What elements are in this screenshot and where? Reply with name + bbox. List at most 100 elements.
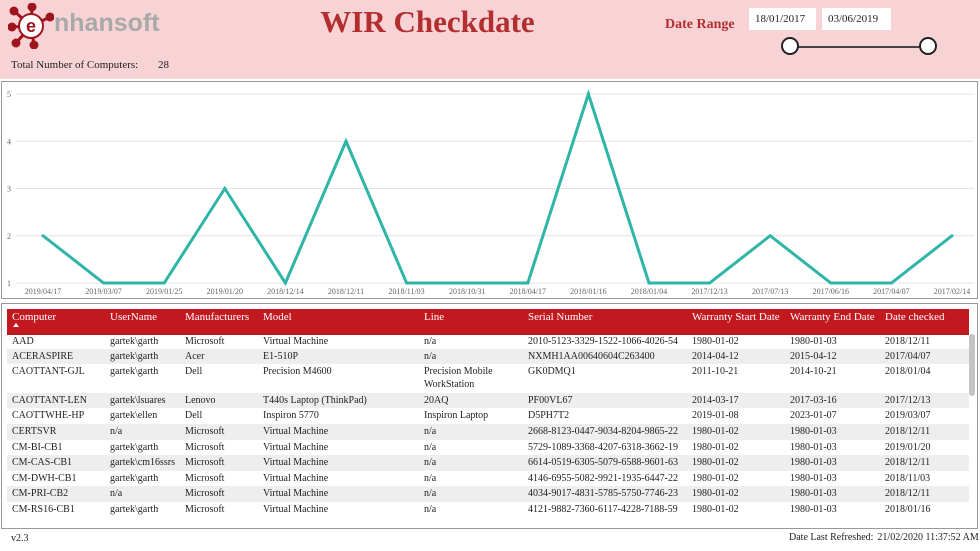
data-point[interactable]: [41, 234, 45, 238]
table-row[interactable]: CAOTTANT-LEN gartek\lsuares Lenovo T440s La…: [7, 393, 969, 408]
column-header-warranty-start-date[interactable]: Warranty Start Date: [692, 311, 780, 323]
date-range-start-handle[interactable]: [781, 37, 799, 55]
table-cell: 4121-9882-7360-6117-4228-7188-59: [528, 504, 678, 515]
table-cell: gartek\garth: [110, 366, 159, 377]
table-cell: 2018/12/11: [885, 336, 931, 347]
table-scrollbar-thumb[interactable]: [969, 334, 975, 396]
table-cell: 2019/01/20: [885, 442, 931, 453]
table-cell: Dell: [185, 366, 203, 377]
table-cell: 1980-01-02: [692, 488, 739, 499]
version-label: v2.3: [11, 533, 29, 544]
checkdate-line-chart-panel: 1 2 3 4 5 2019/04/17 2019/03/07 2019/01/25 2019/…: [1, 81, 978, 299]
table-row[interactable]: CAOTTANT-GJL gartek\garth Dell Precision M4…: [7, 364, 969, 393]
total-computers-label: Total Number of Computers:: [11, 59, 139, 71]
table-cell: 2015-04-12: [790, 351, 837, 362]
table-cell: n/a: [424, 504, 437, 515]
table-cell: 1980-01-02: [692, 504, 739, 515]
column-header-serial-number[interactable]: Serial Number: [528, 311, 592, 323]
table-cell: 2017-03-16: [790, 395, 837, 406]
table-cell: gartek\garth: [110, 504, 159, 515]
table-cell: NXMH1AA00640604C263400: [528, 351, 655, 362]
last-refreshed: Date Last Refreshed: 21/02/2020 11:37:52 …: [789, 532, 979, 543]
data-point[interactable]: [405, 281, 409, 285]
column-header-model[interactable]: Model: [263, 311, 292, 323]
column-header-computer[interactable]: Computer: [12, 311, 56, 323]
table-row[interactable]: CM-RS16-CB1 gartek\garth Microsoft Virtual …: [7, 502, 969, 517]
data-point[interactable]: [708, 281, 712, 285]
data-point[interactable]: [223, 187, 227, 190]
x-tick-label: 2017/04/07: [873, 287, 909, 296]
last-refreshed-label: Date Last Refreshed:: [789, 532, 874, 543]
data-point[interactable]: [102, 281, 106, 285]
table-cell: gartek\ellen: [110, 410, 158, 421]
table-cell: 2017/04/07: [885, 351, 931, 362]
y-tick-label: 5: [7, 90, 11, 99]
table-cell: Virtual Machine: [263, 426, 329, 437]
table-cell: n/a: [424, 336, 437, 347]
table-cell: Virtual Machine: [263, 457, 329, 468]
table-cell: Virtual Machine: [263, 336, 329, 347]
table-cell: 1980-01-02: [692, 457, 739, 468]
table-cell: CM-PRI-CB2: [12, 488, 69, 499]
data-point[interactable]: [950, 234, 954, 238]
table-cell: 5729-1089-3368-4207-6318-3662-19: [528, 442, 678, 453]
table-cell: Inspiron Laptop: [424, 410, 489, 421]
table-cell: 2014-03-17: [692, 395, 739, 406]
column-header-manufacturers[interactable]: Manufacturers: [185, 311, 249, 323]
table-row[interactable]: CM-CAS-CB1 gartek\cm16ssrs Microsoft Virtua…: [7, 455, 969, 471]
date-start-input[interactable]: 18/01/2017: [749, 8, 816, 30]
column-header-warranty-end-date[interactable]: Warranty End Date: [790, 311, 875, 323]
table-cell: Precision Mobile WorkStation: [424, 366, 493, 390]
table-cell: 2010-5123-3329-1522-1066-4026-54: [528, 336, 678, 347]
table-row[interactable]: CM-BI-CB1 gartek\garth Microsoft Virtual Ma…: [7, 440, 969, 455]
table-cell: 2014-10-21: [790, 366, 837, 377]
table-cell: Dell: [185, 410, 203, 421]
table-row[interactable]: CERTSVR n/a Microsoft Virtual Machine n/a 266…: [7, 424, 969, 440]
date-range-end-handle[interactable]: [919, 37, 937, 55]
table-cell: 6614-0519-6305-5079-6588-9601-63: [528, 457, 678, 468]
table-row[interactable]: AAD gartek\garth Microsoft Virtual Machine n…: [7, 334, 969, 349]
column-header-line[interactable]: Line: [424, 311, 444, 323]
date-range-slider-track[interactable]: [790, 46, 928, 48]
date-range-label: Date Range: [665, 17, 735, 32]
sort-ascending-icon[interactable]: [13, 323, 19, 327]
data-point[interactable]: [283, 281, 287, 285]
date-end-input[interactable]: 03/06/2019: [822, 8, 891, 30]
table-cell: gartek\cm16ssrs: [110, 457, 175, 468]
table-row[interactable]: CAOTTWHE-HP gartek\ellen Dell Inspiron 5770…: [7, 408, 969, 424]
x-tick-label: 2018/01/04: [631, 287, 667, 296]
table-cell: CM-CAS-CB1: [12, 457, 73, 468]
computers-table-panel: Computer UserName Manufacturers Model Line Se…: [1, 303, 978, 529]
data-point[interactable]: [889, 281, 893, 285]
table-cell: 1980-01-03: [790, 473, 837, 484]
table-row[interactable]: CM-DWH-CB1 gartek\garth Microsoft Virtual M…: [7, 471, 969, 486]
y-tick-label: 1: [7, 279, 11, 288]
table-cell: gartek\garth: [110, 473, 159, 484]
data-point[interactable]: [586, 92, 590, 96]
table-row[interactable]: CM-PRI-CB2 n/a Microsoft Virtual Machine n/a…: [7, 486, 969, 502]
data-point[interactable]: [162, 281, 166, 285]
column-header-date-checked[interactable]: Date checked: [885, 311, 945, 323]
table-cell: Virtual Machine: [263, 442, 329, 453]
table-row[interactable]: ACERASPIRE gartek\garth Acer E1-510P n/a NXMH…: [7, 349, 969, 364]
table-cell: Microsoft: [185, 504, 225, 515]
table-cell: gartek\lsuares: [110, 395, 166, 406]
table-cell: 2019-01-08: [692, 410, 739, 421]
data-point[interactable]: [526, 281, 530, 285]
data-point[interactable]: [768, 234, 772, 238]
checkdate-line-chart: 1 2 3 4 5 2019/04/17 2019/03/07 2019/01/25 2019/…: [7, 89, 974, 296]
x-tick-label: 2019/01/25: [146, 287, 182, 296]
x-tick-label: 2018/12/11: [328, 287, 364, 296]
table-cell: n/a: [424, 442, 437, 453]
table-cell: 2014-04-12: [692, 351, 739, 362]
x-tick-label: 2018/10/31: [449, 287, 485, 296]
data-point[interactable]: [344, 139, 348, 143]
column-header-username[interactable]: UserName: [110, 311, 157, 323]
table-cell: 2018/01/04: [885, 366, 931, 377]
table-cell: CAOTTANT-LEN: [12, 395, 87, 406]
data-point[interactable]: [647, 281, 651, 285]
data-point[interactable]: [465, 281, 469, 285]
table-cell: n/a: [110, 488, 123, 499]
header-bar: e nhansoft WIR Checkdate Total Number of…: [0, 0, 980, 79]
data-point[interactable]: [829, 281, 833, 285]
